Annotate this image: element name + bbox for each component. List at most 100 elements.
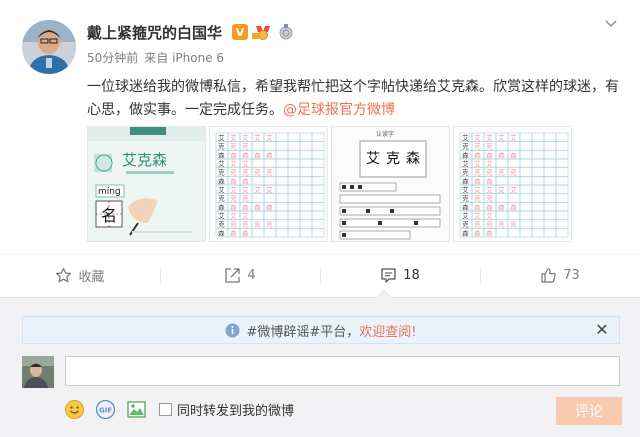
- practice-char: 森: [486, 150, 493, 159]
- notice-link[interactable]: 欢迎查阅!: [359, 321, 416, 340]
- practice-char: 艾: [486, 186, 493, 194]
- post-image-4[interactable]: 艾艾艾艾艾克克克森森森森森艾艾艾克克克克克森森森艾艾艾艾艾克克克森森森森森艾艾艾…: [453, 126, 572, 242]
- practice-char: 克: [254, 221, 261, 229]
- practice-char: 艾: [474, 186, 481, 194]
- coin-icon[interactable]: [278, 24, 294, 40]
- medal-icon[interactable]: [252, 24, 274, 40]
- practice-char: 艾: [474, 212, 481, 220]
- practice-char: 艾: [462, 134, 469, 142]
- weibo-post: 戴上紧箍咒的白国华 V 50分钟前 来自 iPhone 6 一位球迷给我的微博私信…: [0, 0, 640, 297]
- svg-text:GIF: GIF: [99, 407, 112, 415]
- comment-input[interactable]: [65, 356, 620, 386]
- practice-char: 森: [486, 228, 493, 237]
- star-icon: [56, 267, 72, 283]
- practice-char: 克: [242, 221, 249, 229]
- like-button[interactable]: 73: [480, 255, 640, 296]
- practice-char: 艾: [254, 186, 261, 194]
- practice-char: 克: [254, 169, 261, 177]
- practice-char: 森: [242, 150, 249, 159]
- practice-char: 森: [462, 228, 469, 237]
- practice-char: 艾: [242, 212, 249, 220]
- practice-char: 艾: [230, 134, 237, 142]
- practice-char: 森: [510, 150, 517, 159]
- author-name[interactable]: 戴上紧箍咒的白国华: [87, 22, 222, 43]
- repost-button[interactable]: 4: [160, 255, 320, 296]
- practice-char: 克: [242, 195, 249, 203]
- repost-count: 4: [247, 268, 256, 283]
- practice-char: 克: [462, 221, 469, 229]
- favorite-button[interactable]: 收藏: [0, 255, 160, 296]
- practice-char: 森: [498, 150, 505, 159]
- practice-char: 克: [218, 143, 225, 151]
- mention-link[interactable]: @足球报官方微博: [283, 102, 395, 118]
- post-meta: 50分钟前 来自 iPhone 6: [87, 49, 230, 66]
- practice-char: 艾: [462, 160, 469, 168]
- practice-char: 艾: [218, 160, 225, 168]
- practice-char: 森: [218, 202, 225, 211]
- practice-char: 克: [218, 169, 225, 177]
- practice-char: 森: [230, 150, 237, 159]
- close-icon[interactable]: ✕: [594, 322, 610, 338]
- practice-char: 克: [230, 143, 237, 151]
- practice-char: 克: [242, 169, 249, 177]
- practice-char: 森: [218, 228, 225, 237]
- practice-char: 森: [462, 150, 469, 159]
- practice-char: 克: [486, 169, 493, 177]
- practice-char: 艾: [230, 186, 237, 194]
- checkbox-box[interactable]: [159, 403, 172, 416]
- emoji-icon[interactable]: [64, 399, 85, 420]
- post-image-2[interactable]: 艾艾艾艾艾克克克森森森森森艾艾艾克克克克克森森森艾艾艾艾艾克克克森森森森森艾艾艾…: [209, 126, 328, 242]
- practice-char: 克: [474, 143, 481, 151]
- practice-char: 艾: [218, 186, 225, 194]
- practice-char: 森: [474, 150, 481, 159]
- practice-char: 森: [266, 202, 273, 211]
- practice-char: 森: [510, 202, 517, 211]
- practice-char: 克: [510, 221, 517, 229]
- practice-char: 艾: [486, 212, 493, 220]
- practice-char: 艾: [266, 186, 273, 194]
- practice-char: 克: [266, 221, 273, 229]
- practice-char: 克: [474, 195, 481, 203]
- practice-char: 森: [462, 176, 469, 185]
- sheet-char-3: 森: [406, 151, 420, 167]
- practice-char: 森: [474, 202, 481, 211]
- practice-char: 艾: [218, 212, 225, 220]
- post-source[interactable]: 来自 iPhone 6: [144, 51, 224, 65]
- practice-char: 森: [230, 202, 237, 211]
- practice-char: 艾: [242, 186, 249, 194]
- comment-button[interactable]: 18: [320, 255, 480, 296]
- practice-char: 艾: [498, 186, 505, 194]
- image-icon[interactable]: [126, 399, 147, 420]
- comment-panel: #微博辟谣#平台， 欢迎查阅! ✕ GIF 同时转发到我的微博 评论: [0, 290, 640, 437]
- author-avatar[interactable]: [22, 20, 76, 74]
- practice-char: 艾: [474, 134, 481, 142]
- practice-char: 艾: [486, 134, 493, 142]
- chevron-down-icon[interactable]: [602, 14, 620, 32]
- post-image-1[interactable]: 艾克森 míng 名: [87, 126, 206, 242]
- post-time[interactable]: 50分钟前: [87, 51, 138, 65]
- submit-comment-button[interactable]: 评论: [556, 397, 622, 425]
- cover-pinyin: míng: [98, 187, 121, 197]
- notice-text[interactable]: #微博辟谣#平台，: [246, 321, 359, 340]
- practice-char: 艾: [510, 134, 517, 142]
- practice-char: 克: [474, 221, 481, 229]
- practice-char: 克: [266, 169, 273, 177]
- practice-char: 克: [486, 195, 493, 203]
- like-count: 73: [563, 268, 580, 283]
- practice-char: 克: [498, 221, 505, 229]
- repost-checkbox[interactable]: 同时转发到我的微博: [159, 400, 294, 419]
- rumor-notice: #微博辟谣#平台， 欢迎查阅! ✕: [22, 316, 620, 344]
- practice-char: 森: [486, 202, 493, 211]
- practice-char: 森: [474, 176, 481, 185]
- practice-char: 艾: [266, 134, 273, 142]
- practice-char: 森: [462, 202, 469, 211]
- gif-icon[interactable]: GIF: [95, 399, 116, 420]
- my-avatar[interactable]: [22, 356, 54, 388]
- practice-char: 艾: [230, 212, 237, 220]
- practice-char: 克: [242, 143, 249, 151]
- practice-char: 克: [230, 221, 237, 229]
- verified-badge[interactable]: V: [232, 24, 248, 40]
- post-image-3[interactable]: 认读字 艾 克 森: [331, 126, 450, 242]
- info-icon: [225, 323, 240, 337]
- cover-char: 名: [101, 206, 117, 225]
